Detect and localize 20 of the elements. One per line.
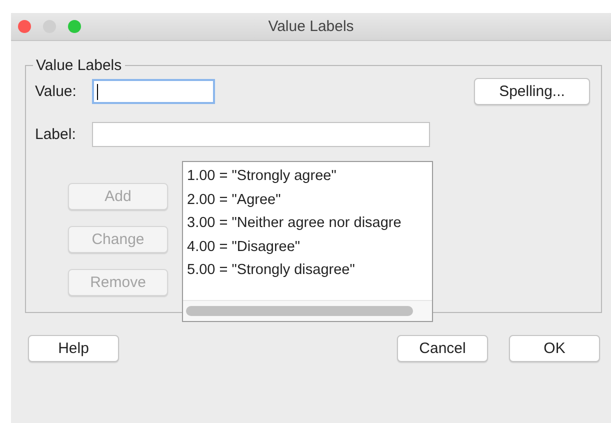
field-label: Label: [35,126,77,143]
dialog-button[interactable]: Cancel [397,335,488,362]
zoom-button[interactable] [68,20,81,33]
list-item[interactable]: 2.00 = "Agree" [187,188,432,212]
text-cursor [97,84,98,100]
field-label: Value: [35,83,78,100]
scroll-thumb[interactable] [186,306,413,316]
spelling-button[interactable]: Spelling... [474,78,590,105]
list-item[interactable]: 1.00 = "Strongly agree" [187,165,432,188]
list-item[interactable]: 4.00 = "Disagree" [187,236,432,259]
label-field[interactable] [92,122,430,147]
horizontal-scrollbar[interactable] [183,300,432,321]
value-field[interactable] [92,79,215,104]
window-title: Value Labels [268,18,354,35]
group-title: Value Labels [35,57,123,74]
list-item[interactable]: 3.00 = "Neither agree nor disagre [187,212,432,236]
close-button[interactable] [18,20,31,33]
dialog-button[interactable]: Help [28,335,119,362]
dialog-button[interactable]: OK [509,335,600,362]
list-item[interactable]: 5.00 = "Strongly disagree" [187,259,432,282]
